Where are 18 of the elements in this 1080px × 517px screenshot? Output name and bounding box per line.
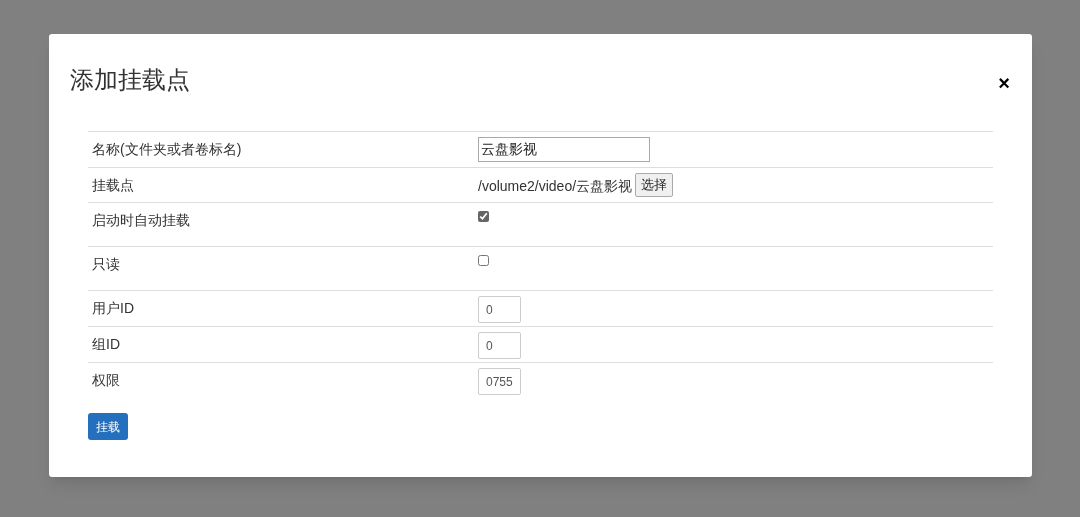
close-button[interactable]: ×	[998, 67, 1010, 93]
checkbox[interactable]	[478, 255, 489, 266]
field-label: 启动时自动挂载	[91, 211, 191, 230]
field-label: 只读	[91, 255, 121, 274]
field-label: 用户ID	[91, 299, 135, 318]
mount-button[interactable]: 挂载	[88, 413, 128, 440]
mount-path: /volume2/video/云盘影视	[478, 177, 633, 196]
number-field[interactable]: 0	[478, 332, 521, 359]
choose-button[interactable]: 选择	[635, 173, 674, 197]
number-field[interactable]: 0	[478, 296, 521, 323]
field-label: 名称(文件夹或者卷标名)	[91, 140, 243, 159]
number-field[interactable]: 0755	[478, 368, 521, 395]
dialog-title: 添加挂载点	[70, 65, 190, 95]
field-label: 权限	[91, 371, 121, 390]
field-label: 挂载点	[91, 176, 135, 195]
field-label: 组ID	[91, 335, 121, 354]
checkbox[interactable]	[478, 211, 489, 222]
name-field[interactable]: 云盘影视	[478, 137, 650, 162]
